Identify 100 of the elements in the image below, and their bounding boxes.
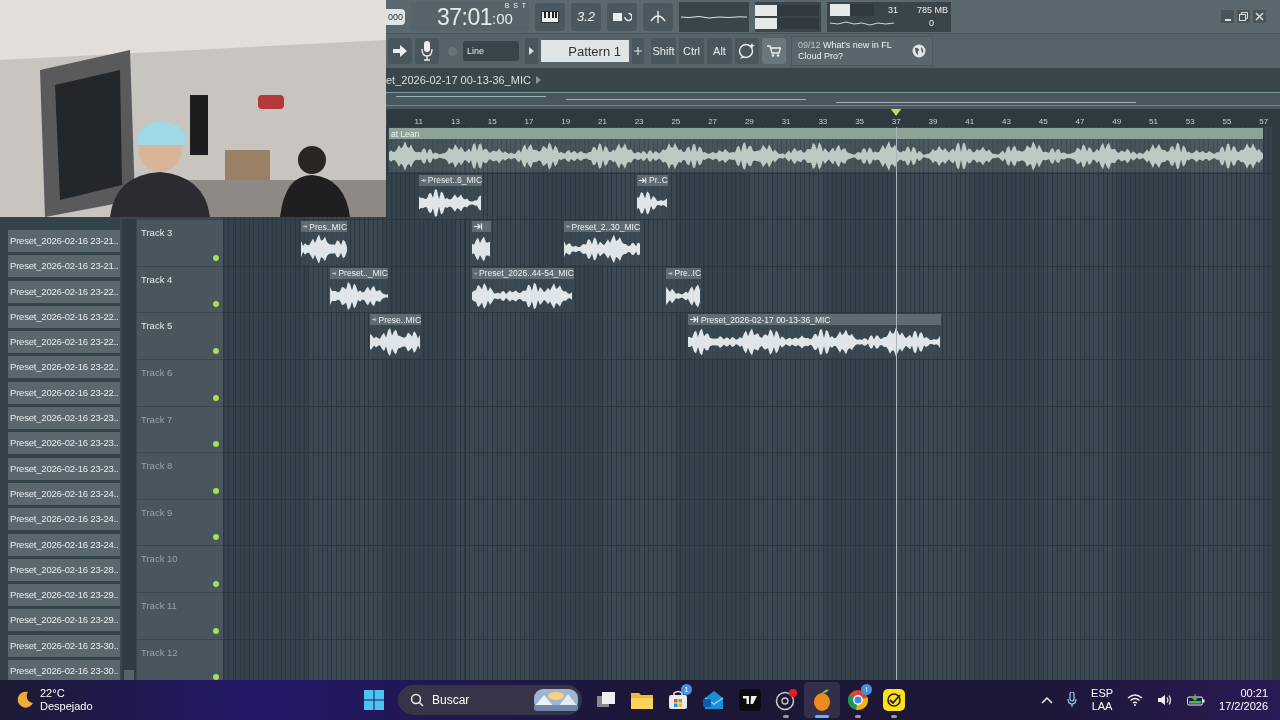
audio-clip[interactable]: Preset.._MIC xyxy=(329,267,388,312)
browser-item[interactable]: Preset_2026-02-16 23-22.. xyxy=(8,331,120,354)
browser-item[interactable]: Preset_2026-02-16 23-24.. xyxy=(8,482,120,505)
loop-icon[interactable] xyxy=(612,10,633,23)
browser-item[interactable]: Preset_2026-02-16 23-29.. xyxy=(8,584,120,607)
clock-time[interactable]: 00:21 xyxy=(1240,687,1268,700)
browser-item[interactable]: Preset_2026-02-16 23-21.. xyxy=(8,255,120,278)
cart-button[interactable] xyxy=(762,38,786,64)
piano-keys-button[interactable] xyxy=(535,2,566,31)
track-header[interactable]: Track 7 xyxy=(137,406,223,454)
clip-icon[interactable] xyxy=(565,223,570,231)
loop-record-button[interactable] xyxy=(607,2,638,31)
clip-icon[interactable] xyxy=(473,269,477,277)
browser-item[interactable]: Preset_2026-02-16 23-22.. xyxy=(8,381,120,404)
plus-icon[interactable] xyxy=(634,47,642,55)
browser-item[interactable]: Preset_2026-02-16 23-22.. xyxy=(8,280,120,303)
track-header[interactable]: Track 8 xyxy=(137,453,223,500)
track-header[interactable]: Track 11 xyxy=(137,592,223,640)
taskbar-app[interactable]: 1 xyxy=(660,682,696,718)
track-header[interactable]: Track 9 xyxy=(137,499,223,547)
microphone-button[interactable] xyxy=(415,38,439,64)
browser-item[interactable]: Preset_2026-02-16 23-22.. xyxy=(8,305,120,328)
clip-icon[interactable] xyxy=(420,176,426,184)
browser-item[interactable]: Preset_2026-02-16 23-28.. xyxy=(8,558,120,581)
audio-clip[interactable] xyxy=(471,221,492,266)
track-name[interactable]: Track 6 xyxy=(141,366,173,378)
track-mute-led[interactable] xyxy=(213,627,219,634)
clip-icon[interactable] xyxy=(302,223,308,231)
audio-clip[interactable]: Preset..6_MIC xyxy=(418,174,483,219)
browser-item[interactable]: Preset_2026-02-16 23-30.. xyxy=(8,660,120,680)
browser-item[interactable]: Preset_2026-02-16 23-23.. xyxy=(8,407,120,430)
tempo-display[interactable]: 000 xyxy=(386,8,406,25)
play-icon[interactable] xyxy=(529,47,534,55)
audio-clip[interactable]: Preset_2..30_MIC xyxy=(563,221,641,266)
clip-icon[interactable] xyxy=(473,223,483,231)
track-mute-led[interactable] xyxy=(213,580,219,587)
clip-icon[interactable] xyxy=(638,176,648,184)
browser-item[interactable]: Preset_2026-02-16 23-23.. xyxy=(8,432,120,455)
track-name[interactable]: Track 8 xyxy=(141,460,173,472)
playlist-overview[interactable] xyxy=(386,92,1280,109)
audio-clip[interactable]: Preset_2026-02-17 00-13-36_MIC xyxy=(688,314,941,359)
slider-handle[interactable] xyxy=(755,17,778,29)
browser-item[interactable]: Preset_2026-02-16 23-29.. xyxy=(8,609,120,632)
clip-icon[interactable] xyxy=(690,316,699,324)
track-name[interactable]: Track 4 xyxy=(141,273,173,285)
microphone-icon[interactable] xyxy=(421,41,433,61)
browser-item[interactable]: Preset_2026-02-16 23-21.. xyxy=(8,230,120,252)
browser-item[interactable]: Preset_2026-02-16 23-22.. xyxy=(8,356,120,379)
browser-item[interactable]: Preset_2026-02-16 23-24.. xyxy=(8,508,120,531)
snap-dropdown[interactable]: Line xyxy=(463,41,519,61)
pattern-play-button[interactable] xyxy=(525,38,538,64)
arrow-button[interactable] xyxy=(388,38,412,64)
track-name[interactable]: Track 5 xyxy=(141,320,173,332)
audio-clip[interactable]: Prese..MIC xyxy=(370,314,422,359)
keyboard-layout[interactable]: LAA xyxy=(1091,700,1113,713)
track-name[interactable]: Track 7 xyxy=(141,413,173,425)
temperature[interactable]: 22°C xyxy=(40,687,93,700)
track-mute-led[interactable] xyxy=(213,487,219,494)
pattern-selector[interactable]: Pattern 1 xyxy=(541,40,629,62)
track-mute-led[interactable] xyxy=(213,254,219,261)
clock-date[interactable]: 17/2/2026 xyxy=(1219,700,1268,713)
slider-handle[interactable] xyxy=(755,4,778,16)
metronome-button[interactable] xyxy=(643,2,674,31)
add-pattern-button[interactable] xyxy=(632,38,644,64)
modifier-key-button[interactable]: Alt xyxy=(707,38,732,64)
countdown-button[interactable]: 3.2 xyxy=(571,2,602,31)
volume-icon[interactable] xyxy=(1157,694,1174,706)
track-header[interactable]: Track 12 xyxy=(137,639,223,680)
audio-clip[interactable]: Pre..IC xyxy=(665,267,702,312)
browser-item[interactable]: Preset_2026-02-16 23-24.. xyxy=(8,533,120,556)
news-headline[interactable]: 09/12 What's new in FL Cloud Pro? xyxy=(798,40,908,62)
track-mute-led[interactable] xyxy=(213,441,219,448)
arrow-right-icon[interactable] xyxy=(393,45,407,57)
track-name[interactable]: Track 3 xyxy=(141,227,173,239)
taskbar-app[interactable]: ! xyxy=(840,682,876,718)
audio-clip[interactable]: Pres..MIC xyxy=(300,221,348,266)
globe-icon[interactable] xyxy=(912,44,926,58)
input-language[interactable]: ESP xyxy=(1091,687,1114,700)
audio-clip[interactable]: Pr..C xyxy=(636,174,668,219)
track-name[interactable]: Track 12 xyxy=(141,646,178,658)
clip-icon[interactable] xyxy=(372,316,377,324)
track-mute-led[interactable] xyxy=(213,534,219,541)
browser-item[interactable]: Preset_2026-02-16 23-30.. xyxy=(8,634,120,657)
caret-icon[interactable] xyxy=(535,76,541,84)
track-mute-led[interactable] xyxy=(213,301,219,308)
microphone-icon[interactable] xyxy=(1067,692,1078,708)
clip-icon[interactable] xyxy=(331,269,337,277)
track-mute-led[interactable] xyxy=(213,394,219,401)
track-name[interactable]: Track 11 xyxy=(141,599,177,611)
master-slider[interactable] xyxy=(757,4,820,16)
track-header[interactable]: Track 6 xyxy=(137,359,223,407)
wifi-icon[interactable] xyxy=(1127,694,1144,706)
piano-keys-icon[interactable] xyxy=(541,10,560,23)
track-header[interactable]: Track 5 xyxy=(137,313,223,360)
track-mute-led[interactable] xyxy=(213,347,219,354)
timeline-ruler[interactable]: 11 13 15 17 19 21 23 25 27 29 31 33 35 37 39 41 43 45 47 49 51 53 55 57 xyxy=(387,109,1272,127)
modifier-key-button[interactable]: Shift xyxy=(651,38,676,64)
scrollbar[interactable] xyxy=(1272,109,1280,680)
audio-clip[interactable]: Preset_2026..44-54_MIC xyxy=(471,267,574,312)
battery-charging-icon[interactable] xyxy=(1187,694,1206,706)
